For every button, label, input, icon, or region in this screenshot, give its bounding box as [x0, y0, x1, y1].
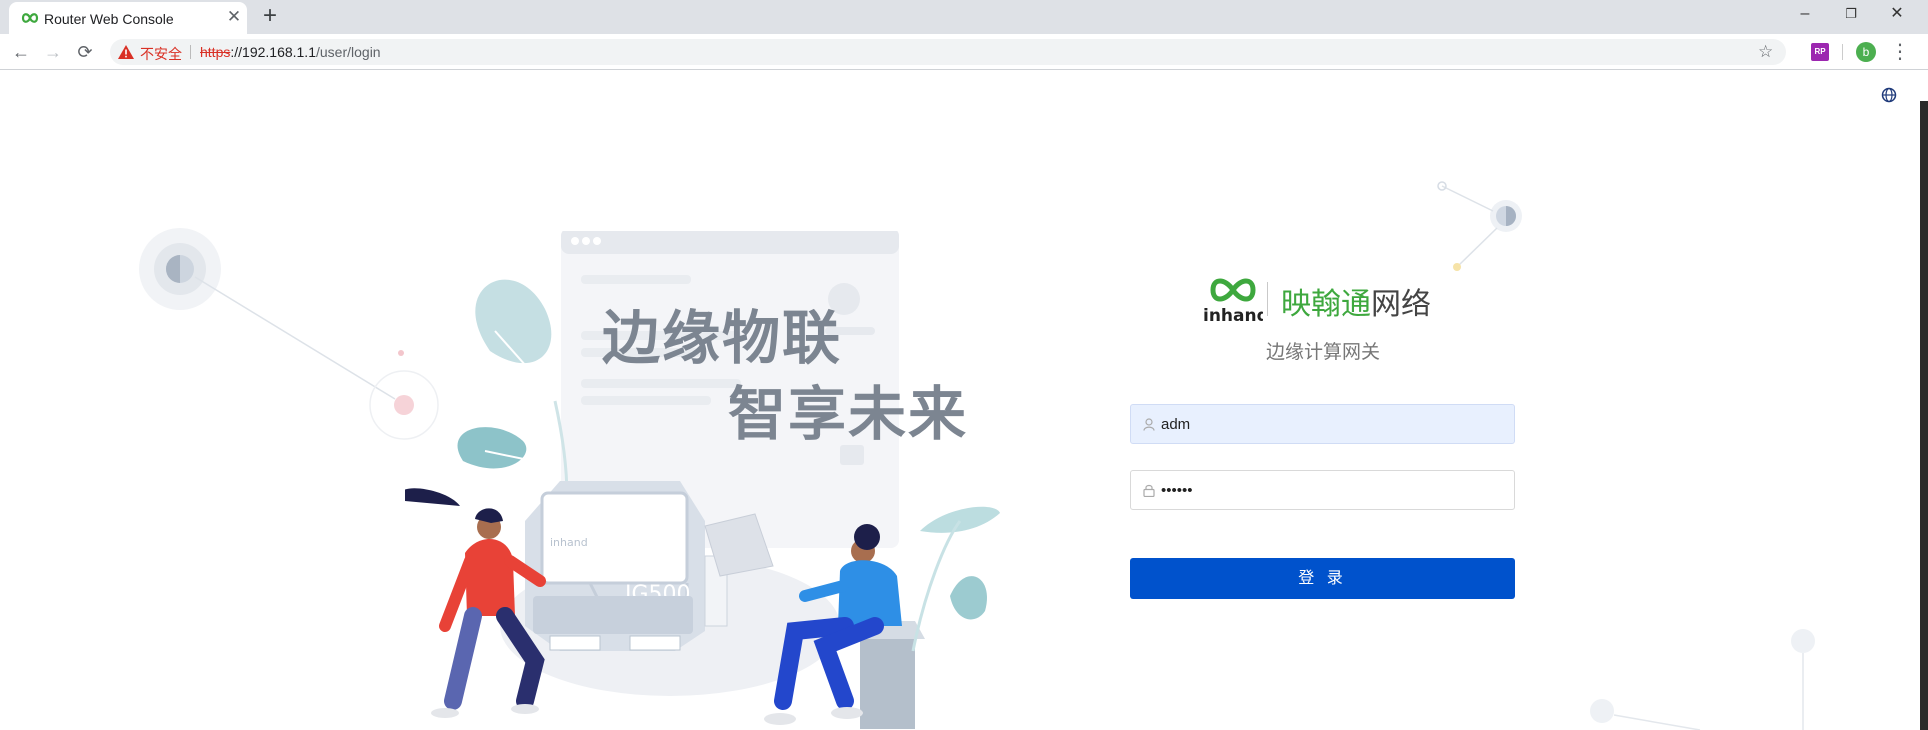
tab-router-console[interactable]: Router Web Console ✕: [9, 2, 247, 34]
username-input[interactable]: adm: [1130, 404, 1515, 444]
url-scheme: https: [200, 44, 231, 60]
address-bar[interactable]: 不安全 https://192.168.1.1/user/login ☆: [110, 39, 1786, 65]
tab-strip: Router Web Console ✕ + – ❐ ✕: [0, 0, 1928, 34]
minimize-button[interactable]: –: [1782, 0, 1828, 30]
bookmark-star-icon[interactable]: ☆: [1758, 42, 1773, 62]
security-label[interactable]: 不安全: [140, 44, 182, 64]
browser-window: Router Web Console ✕ + – ❐ ✕ ← → ⟳ 不安全 h…: [0, 0, 1928, 730]
page-subtitle: 边缘计算网关: [1266, 342, 1381, 363]
restore-button[interactable]: ❐: [1828, 0, 1874, 30]
user-icon: [1143, 418, 1155, 431]
tab-close-icon[interactable]: ✕: [224, 7, 244, 27]
toolbar-divider: [1842, 44, 1843, 60]
back-button[interactable]: ←: [7, 38, 35, 66]
extension-rp-icon[interactable]: RP: [1811, 43, 1829, 61]
lock-icon: [1143, 484, 1155, 497]
slogan-line-2: 智享未来: [728, 380, 969, 448]
url-host: ://192.168.1.1: [230, 44, 316, 60]
forward-button[interactable]: →: [39, 38, 67, 66]
svg-text:inhand: inhand: [550, 536, 588, 549]
svg-text:inhand: inhand: [1203, 306, 1263, 326]
warning-icon: [118, 45, 134, 59]
brand-name-green: 映翰通: [1281, 287, 1371, 322]
url-path: /user/login: [316, 44, 381, 60]
login-page: inhand IG500 边缘物联 智享未来 inhand 映翰通 网络 边缘计…: [0, 71, 1928, 730]
close-window-button[interactable]: ✕: [1874, 0, 1920, 30]
tab-title: Router Web Console: [44, 11, 174, 27]
inhand-logo: inhand: [1203, 278, 1263, 326]
brand-header: inhand 映翰通 网络: [1203, 276, 1443, 326]
username-value: adm: [1161, 416, 1191, 433]
url-text[interactable]: https://192.168.1.1/user/login: [200, 44, 381, 60]
slogan-line-1: 边缘物联: [602, 304, 843, 372]
page-scrollbar[interactable]: [1920, 101, 1928, 730]
password-value: ••••••: [1161, 482, 1193, 499]
brand-divider: [1267, 282, 1268, 316]
browser-toolbar: ← → ⟳ 不安全 https://192.168.1.1/user/login…: [0, 34, 1928, 70]
browser-menu-icon[interactable]: ⋮: [1890, 39, 1910, 64]
login-button[interactable]: 登 录: [1130, 558, 1515, 599]
inhand-favicon-icon: [21, 13, 39, 23]
password-input[interactable]: ••••••: [1130, 470, 1515, 510]
brand-name-dark: 网络: [1371, 287, 1431, 322]
new-tab-button[interactable]: +: [258, 4, 282, 28]
address-divider: [190, 45, 191, 59]
profile-avatar[interactable]: b: [1856, 42, 1876, 62]
reload-button[interactable]: ⟳: [71, 38, 99, 66]
